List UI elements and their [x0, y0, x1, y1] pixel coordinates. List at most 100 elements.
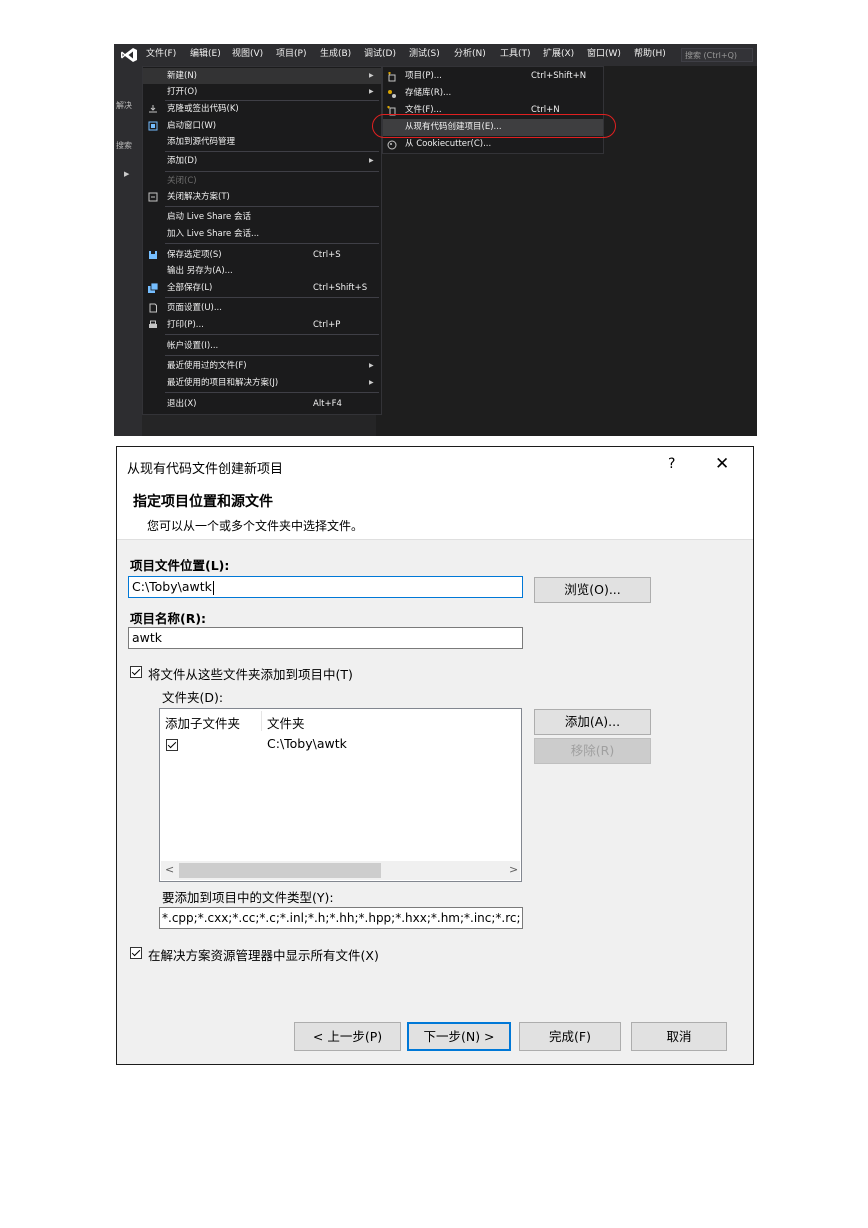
file-menu-recent-projects[interactable]: 最近使用的项目和解决方案(J) ▶ — [143, 375, 381, 391]
show-all-files-checkbox[interactable] — [130, 947, 142, 959]
menu-edit[interactable]: 编辑(E) — [190, 49, 221, 60]
menu-separator — [165, 297, 379, 298]
search-panel-label: 搜索 — [116, 141, 132, 150]
start-window-icon — [148, 121, 158, 131]
submenu-arrow-icon: ▶ — [369, 72, 374, 79]
dialog-header: 指定项目位置和源文件 您可以从一个或多个文件夹中选择文件。 — [117, 485, 753, 540]
menu-extensions[interactable]: 扩展(X) — [543, 49, 574, 60]
file-menu-print[interactable]: 打印(P)... Ctrl+P — [143, 317, 381, 333]
vs-search-box[interactable]: 搜索 (Ctrl+Q) — [681, 48, 753, 62]
menu-separator — [165, 171, 379, 172]
menu-file[interactable]: 文件(F) — [146, 49, 176, 60]
remove-folder-button[interactable]: 移除(R) — [534, 738, 651, 764]
folders-label: 文件夹(D): — [162, 690, 224, 705]
scroll-left-icon[interactable]: < — [165, 863, 174, 876]
file-menu-recent-files[interactable]: 最近使用过的文件(F) ▶ — [143, 358, 381, 374]
file-menu-page-setup[interactable]: 页面设置(U)... — [143, 300, 381, 316]
cookiecutter-icon — [387, 140, 397, 150]
close-button[interactable]: ✕ — [715, 454, 729, 474]
next-button[interactable]: 下一步(N) > — [407, 1022, 511, 1051]
solution-panel-label: 解决 — [116, 101, 132, 110]
back-button[interactable]: < 上一步(P) — [294, 1022, 401, 1051]
menu-separator — [165, 334, 379, 335]
menu-view[interactable]: 视图(V) — [232, 49, 263, 60]
menu-tools[interactable]: 工具(T) — [500, 49, 531, 60]
file-menu-save-all[interactable]: 全部保存(L) Ctrl+Shift+S — [143, 280, 381, 296]
name-input[interactable]: awtk — [128, 627, 523, 649]
file-types-input[interactable]: *.cpp;*.cxx;*.cc;*.c;*.inl;*.h;*.hh;*.hp… — [159, 907, 523, 929]
menu-project[interactable]: 项目(P) — [276, 49, 306, 60]
expand-arrow-icon[interactable]: ▶ — [124, 170, 129, 178]
submenu-arrow-icon: ▶ — [369, 362, 374, 369]
create-project-dialog: 从现有代码文件创建新项目 ? ✕ 指定项目位置和源文件 您可以从一个或多个文件夹… — [116, 446, 754, 1065]
subfolders-checkbox[interactable] — [166, 739, 178, 751]
file-types-label: 要添加到项目中的文件类型(Y): — [162, 890, 334, 905]
dialog-title-bar: 从现有代码文件创建新项目 ? ✕ — [117, 447, 753, 485]
help-button[interactable]: ? — [668, 456, 675, 472]
save-all-icon — [148, 283, 158, 293]
new-cookiecutter-item[interactable]: 从 Cookiecutter(C)... — [383, 136, 603, 152]
highlight-annotation-oval — [372, 114, 616, 138]
visual-studio-screenshot: 文件(F) 编辑(E) 视图(V) 项目(P) 生成(B) 调试(D) 测试(S… — [114, 44, 757, 436]
repository-icon — [388, 90, 396, 98]
menu-window[interactable]: 窗口(W) — [587, 49, 621, 60]
cancel-button[interactable]: 取消 — [631, 1022, 727, 1051]
file-menu-clone[interactable]: 克隆或签出代码(K) — [143, 101, 381, 117]
vs-left-panel: 解决 搜索 ▶ — [114, 66, 142, 436]
dialog-subheading: 您可以从一个或多个文件夹中选择文件。 — [147, 519, 364, 533]
menu-separator — [165, 206, 379, 207]
clone-icon — [149, 105, 157, 113]
file-menu-start-window[interactable]: 启动窗口(W) — [143, 118, 381, 134]
new-repository-item[interactable]: 存储库(R)... — [383, 85, 603, 102]
text-caret — [212, 580, 214, 595]
horizontal-scrollbar[interactable]: < > — [161, 861, 520, 880]
file-menu-close: 关闭(C) — [167, 176, 197, 186]
new-project-icon — [388, 72, 396, 82]
submenu-arrow-icon: ▶ — [369, 88, 374, 95]
file-menu-join-live-share[interactable]: 加入 Live Share 会话... — [143, 226, 381, 242]
save-icon — [149, 251, 157, 259]
column-header-add-subfolders[interactable]: 添加子文件夹 — [165, 713, 240, 732]
dialog-title: 从现有代码文件创建新项目 — [127, 462, 284, 477]
add-folder-button[interactable]: 添加(A)... — [534, 709, 651, 735]
menu-debug[interactable]: 调试(D) — [364, 49, 396, 60]
file-menu-dropdown: 新建(N) ▶ 打开(O) ▶ 克隆或签出代码(K) 启动窗口(W) 添加到源代码管… — [142, 66, 382, 415]
file-menu-exit[interactable]: 退出(X) Alt+F4 — [143, 396, 381, 412]
submenu-arrow-icon: ▶ — [369, 379, 374, 386]
file-menu-new[interactable]: 新建(N) ▶ — [143, 68, 381, 84]
location-input[interactable]: C:\Toby\awtk — [128, 576, 523, 598]
file-menu-close-solution[interactable]: 关闭解决方案(T) — [143, 189, 381, 205]
file-menu-account-settings[interactable]: 帐户设置(I)... — [143, 338, 381, 354]
scrollbar-thumb[interactable] — [179, 863, 381, 878]
close-solution-icon — [148, 192, 158, 202]
folder-path: C:\Toby\awtk — [267, 736, 347, 751]
add-files-checkbox-label: 将文件从这些文件夹添加到项目中(T) — [148, 667, 353, 682]
menu-build[interactable]: 生成(B) — [320, 49, 351, 60]
file-menu-add-source-control[interactable]: 添加到源代码管理 — [143, 134, 381, 150]
menu-separator — [165, 151, 379, 152]
scroll-right-icon[interactable]: > — [509, 863, 518, 876]
file-menu-open[interactable]: 打开(O) ▶ — [143, 84, 381, 100]
new-submenu: 项目(P)... Ctrl+Shift+N 存储库(R)... 文件(F)... C… — [382, 66, 604, 154]
column-separator — [261, 711, 262, 731]
new-project-item[interactable]: 项目(P)... Ctrl+Shift+N — [383, 68, 603, 85]
print-icon — [149, 320, 157, 328]
file-menu-save-as[interactable]: 输出 另存为(A)... — [143, 263, 381, 279]
page-setup-icon — [149, 303, 157, 313]
file-menu-start-live-share[interactable]: 启动 Live Share 会话 — [143, 209, 381, 225]
menu-analyze[interactable]: 分析(N) — [454, 49, 486, 60]
menu-separator — [165, 392, 379, 393]
dialog-heading: 指定项目位置和源文件 — [133, 494, 273, 510]
folders-list[interactable]: 添加子文件夹 文件夹 C:\Toby\awtk < > — [159, 708, 522, 882]
submenu-arrow-icon: ▶ — [369, 157, 374, 164]
finish-button[interactable]: 完成(F) — [519, 1022, 621, 1051]
file-menu-save-selected[interactable]: 保存选定项(S) Ctrl+S — [143, 247, 381, 263]
menu-separator — [165, 355, 379, 356]
file-menu-add[interactable]: 添加(D) ▶ — [143, 153, 381, 169]
menu-help[interactable]: 帮助(H) — [634, 49, 666, 60]
column-header-folder[interactable]: 文件夹 — [267, 713, 305, 732]
add-files-checkbox[interactable] — [130, 666, 142, 678]
menu-test[interactable]: 测试(S) — [409, 49, 440, 60]
vs-menu-bar: 文件(F) 编辑(E) 视图(V) 项目(P) 生成(B) 调试(D) 测试(S… — [114, 44, 757, 66]
browse-button[interactable]: 浏览(O)... — [534, 577, 651, 603]
